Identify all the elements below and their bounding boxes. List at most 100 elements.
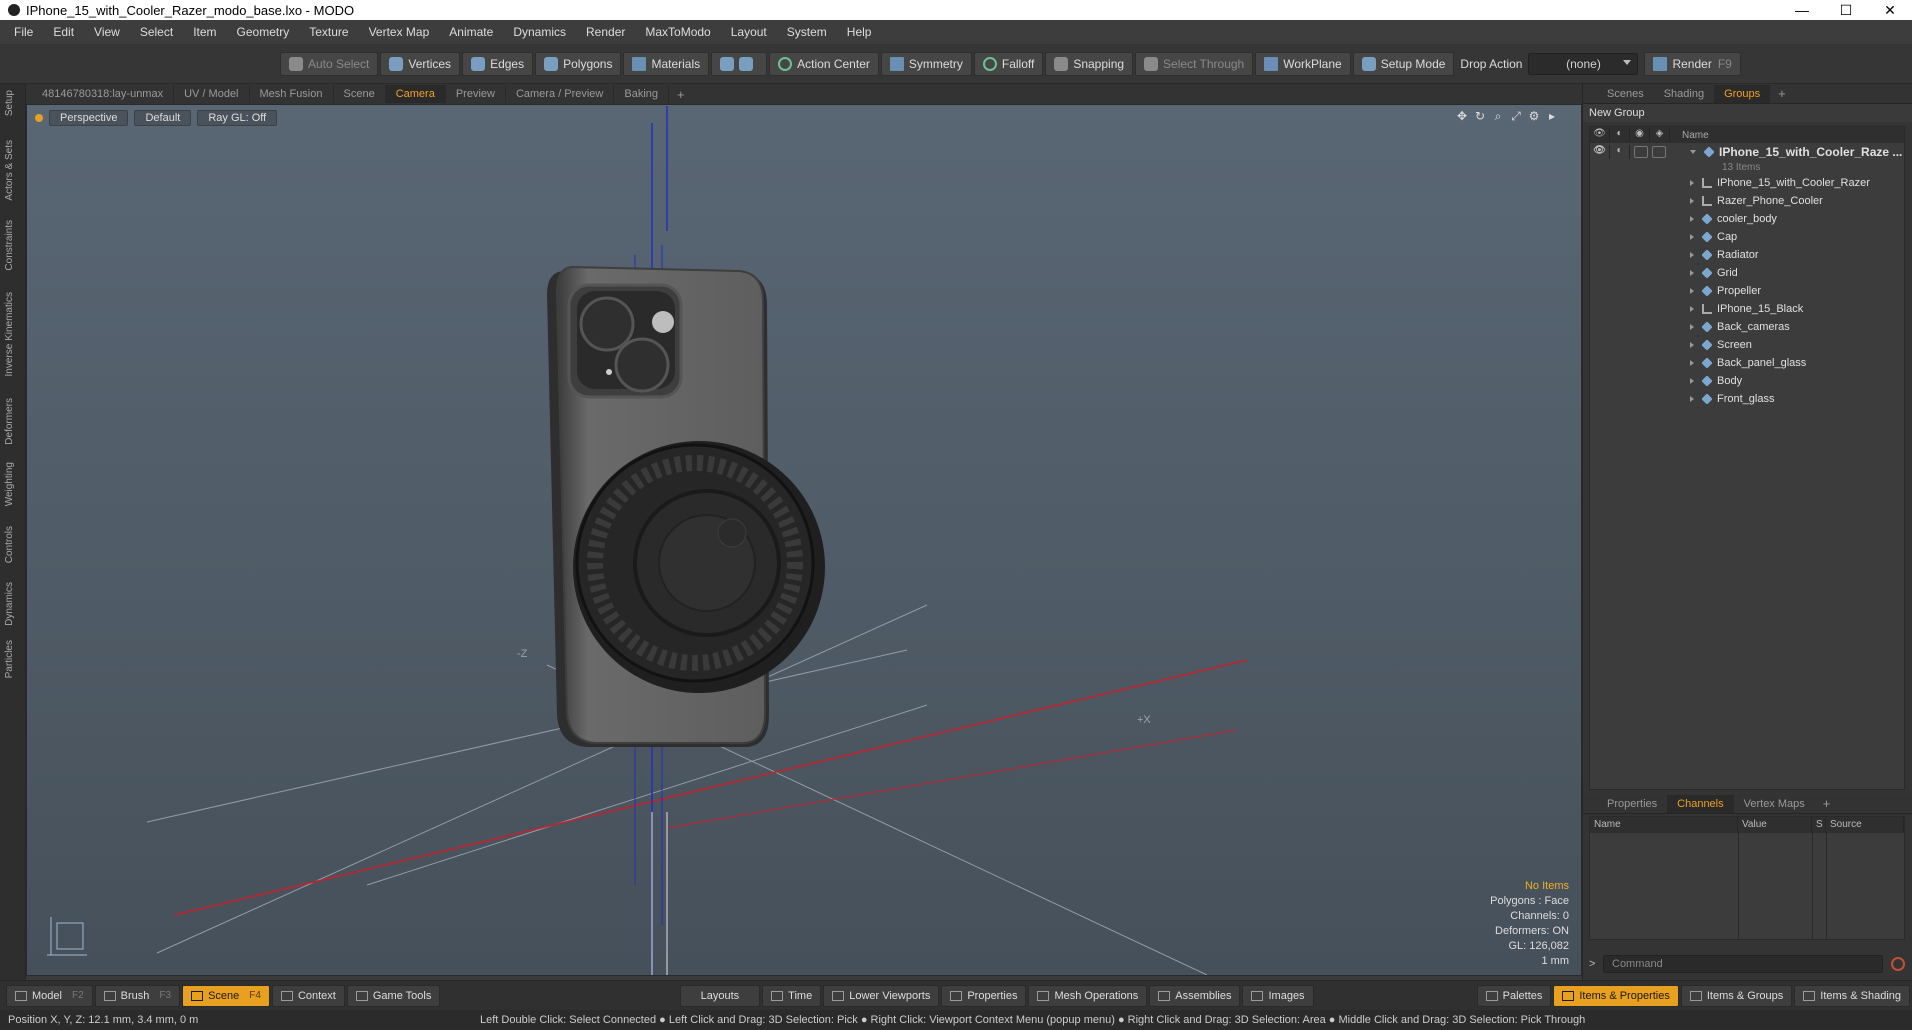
game-tools-layout-button[interactable]: Game Tools: [346, 984, 441, 1007]
expand-icon[interactable]: [1690, 198, 1694, 204]
menu-item[interactable]: Item: [183, 25, 226, 39]
expand-icon[interactable]: [1690, 252, 1694, 258]
workplane-button[interactable]: WorkPlane: [1255, 51, 1351, 76]
polygons-button[interactable]: Polygons: [535, 51, 622, 76]
materials-button[interactable]: Materials: [623, 51, 710, 76]
expand-icon[interactable]: [1690, 396, 1694, 402]
list-item[interactable]: Back_cameras: [1590, 318, 1904, 336]
menu-animate[interactable]: Animate: [439, 25, 503, 39]
list-item[interactable]: Back_panel_glass: [1590, 354, 1904, 372]
auto-select-button[interactable]: Auto Select: [280, 51, 379, 76]
record-icon[interactable]: [1891, 957, 1905, 971]
images-button[interactable]: Images: [1242, 984, 1314, 1007]
menu-texture[interactable]: Texture: [299, 25, 358, 39]
strip-tab-weighting[interactable]: Weighting: [4, 462, 15, 506]
add-tab-icon[interactable]: +: [1770, 86, 1794, 101]
list-item[interactable]: Propeller: [1590, 282, 1904, 300]
vertices-button[interactable]: Vertices: [380, 51, 461, 76]
expand-icon[interactable]: [1690, 342, 1694, 348]
razer-cooler-model[interactable]: [573, 441, 825, 693]
tab-baking[interactable]: Baking: [614, 85, 670, 103]
3d-viewport[interactable]: -Z +X Perspective Default Ray GL: Off ✥ …: [26, 104, 1582, 976]
context-layout-button[interactable]: Context: [271, 984, 345, 1007]
visibility-icon[interactable]: 👁: [1590, 128, 1610, 142]
list-item[interactable]: Screen: [1590, 336, 1904, 354]
strip-tab-setup[interactable]: Setup: [4, 90, 15, 116]
menu-system[interactable]: System: [777, 25, 837, 39]
maximize-icon[interactable]: ⤢: [1507, 109, 1525, 124]
group-root-row[interactable]: 👁 ◐ IPhone_15_with_Cooler_Raze ...: [1590, 143, 1904, 160]
lower-viewports-button[interactable]: Lower Viewports: [823, 984, 940, 1007]
expand-icon[interactable]: [1690, 360, 1694, 366]
items-shading-button[interactable]: Items & Shading: [1794, 984, 1910, 1007]
add-tab-icon[interactable]: +: [669, 87, 693, 102]
action-center-button[interactable]: Action Center: [769, 51, 879, 76]
layouts-button[interactable]: Layouts: [679, 984, 761, 1007]
symmetry-button[interactable]: Symmetry: [880, 51, 972, 76]
expand-icon[interactable]: [1690, 288, 1694, 294]
viewport-options-icon[interactable]: [35, 114, 43, 122]
tab-scenes[interactable]: Scenes: [1597, 85, 1654, 103]
tab-camera[interactable]: Camera: [385, 85, 446, 103]
pan-icon[interactable]: ✥: [1453, 109, 1471, 124]
select-checkbox[interactable]: [1652, 145, 1666, 158]
list-item[interactable]: Body: [1590, 372, 1904, 390]
list-item[interactable]: IPhone_15_Black: [1590, 300, 1904, 318]
falloff-button[interactable]: Falloff: [973, 51, 1044, 76]
scene-layout-button[interactable]: Scene F4: [182, 984, 270, 1007]
tab-uv-model[interactable]: UV / Model: [174, 85, 250, 103]
tab-scene[interactable]: Scene: [334, 85, 386, 103]
tab-vertex-maps[interactable]: Vertex Maps: [1734, 795, 1815, 813]
command-input[interactable]: Command: [1603, 955, 1883, 973]
expand-icon[interactable]: [1690, 306, 1694, 312]
add-tab-icon[interactable]: +: [1815, 796, 1839, 811]
strip-tab-deformers[interactable]: Deformers: [4, 398, 15, 445]
time-button[interactable]: Time: [762, 984, 822, 1007]
strip-tab-particles[interactable]: Particles: [4, 640, 15, 678]
menu-file[interactable]: File: [4, 25, 43, 39]
list-item[interactable]: Grid: [1590, 264, 1904, 282]
menu-help[interactable]: Help: [837, 25, 882, 39]
strip-tab-actors[interactable]: Actors & Sets: [4, 140, 15, 201]
edges-button[interactable]: Edges: [462, 51, 534, 76]
menu-edit[interactable]: Edit: [43, 25, 84, 39]
expand-icon[interactable]: [1690, 270, 1694, 276]
palettes-button[interactable]: Palettes: [1476, 984, 1552, 1007]
list-item[interactable]: Front_glass: [1590, 390, 1904, 408]
brush-layout-button[interactable]: Brush F3: [94, 984, 181, 1007]
list-item[interactable]: cooler_body: [1590, 210, 1904, 228]
list-item[interactable]: Razer_Phone_Cooler: [1590, 192, 1904, 210]
close-button[interactable]: ✕: [1868, 2, 1912, 19]
new-group-button[interactable]: New Group: [1583, 104, 1912, 122]
drop-action-select[interactable]: (none): [1528, 52, 1639, 75]
tab-camera-preview[interactable]: Camera / Preview: [506, 85, 615, 103]
menu-geometry[interactable]: Geometry: [227, 25, 300, 39]
render-toggle-icon[interactable]: ◐: [1610, 144, 1630, 159]
minimize-button[interactable]: —: [1780, 2, 1824, 19]
mesh-operations-button[interactable]: Mesh Operations: [1028, 984, 1148, 1007]
expand-icon[interactable]: [1690, 149, 1696, 154]
scene-render[interactable]: -Z +X: [27, 105, 1582, 976]
tab-mesh-fusion[interactable]: Mesh Fusion: [250, 85, 334, 103]
render-toggle-icon[interactable]: ◐: [1610, 128, 1630, 142]
items-properties-button[interactable]: Items & Properties: [1553, 984, 1679, 1007]
strip-tab-dynamics[interactable]: Dynamics: [4, 582, 15, 626]
tab-shading[interactable]: Shading: [1654, 85, 1714, 103]
expand-icon[interactable]: [1690, 234, 1694, 240]
select-toggle-icon[interactable]: ◈: [1650, 128, 1670, 142]
items-groups-button[interactable]: Items & Groups: [1680, 984, 1793, 1007]
view-type-button[interactable]: Perspective: [49, 110, 129, 126]
raygl-button[interactable]: Ray GL: Off: [197, 110, 278, 126]
strip-tab-constraints[interactable]: Constraints: [4, 220, 15, 271]
menu-render[interactable]: Render: [576, 25, 635, 39]
menu-maxtomodo[interactable]: MaxToModo: [635, 25, 720, 39]
play-icon[interactable]: ▸: [1543, 109, 1561, 124]
menu-dynamics[interactable]: Dynamics: [503, 25, 576, 39]
expand-icon[interactable]: [1690, 324, 1694, 330]
tab-layout-unmax[interactable]: 48146780318:lay-unmax: [32, 85, 175, 103]
expand-icon[interactable]: [1690, 180, 1694, 186]
select-through-button[interactable]: Select Through: [1135, 51, 1254, 76]
maximize-button[interactable]: ☐: [1824, 2, 1868, 19]
tab-preview[interactable]: Preview: [446, 85, 506, 103]
snapping-button[interactable]: Snapping: [1045, 51, 1134, 76]
